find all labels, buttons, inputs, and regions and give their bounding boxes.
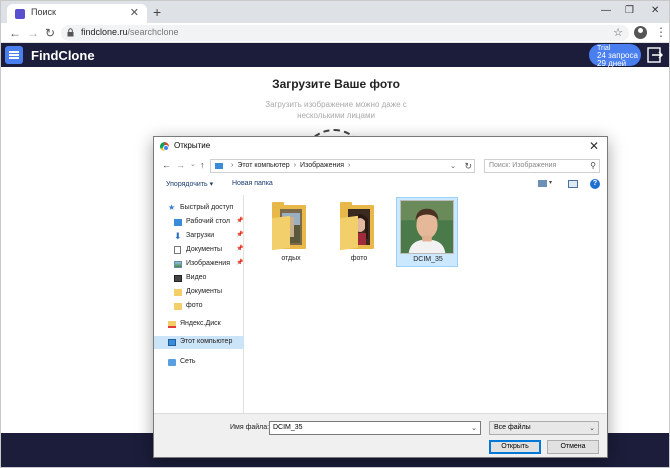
dialog-close-icon[interactable]: ✕ [589, 139, 599, 153]
pin-icon: 📌 [236, 218, 244, 224]
desktop-icon [174, 219, 182, 226]
restore-icon[interactable]: ❐ [625, 4, 634, 18]
address-dropdown-icon[interactable]: ⌄ [450, 161, 456, 172]
page-subtitle: Загрузить изображение можно даже с неско… [265, 100, 407, 120]
dialog-address-bar[interactable]: › Этот компьютер › Изображения › ⌄ ↻ [210, 159, 475, 173]
pictures-icon [174, 261, 182, 268]
trial-badge: Trial 24 запроса 29 дней [589, 44, 641, 68]
dialog-title: Открытие [174, 141, 211, 150]
nav-item-documents[interactable]: Документы 📌 [154, 244, 244, 257]
nav-item-videos[interactable]: Видео [154, 272, 244, 285]
filename-input[interactable]: DCIM_35 ⌄ [269, 421, 481, 435]
nav-item-quick-access[interactable]: ★ Быстрый доступ [154, 202, 244, 215]
filename-label: Имя файла: [230, 424, 270, 431]
network-icon [168, 359, 176, 366]
menu-kebab-icon[interactable]: ⋮ [655, 24, 667, 40]
nav-item-photo-folder[interactable]: фото [154, 300, 244, 313]
dialog-search-input[interactable]: Поиск: Изображения ⚲ [484, 159, 600, 173]
dialog-address-row: ← → ⌄ ↑ › Этот компьютер › Изображения › ⌄ ↻… [154, 157, 607, 175]
account-icon[interactable] [634, 26, 647, 39]
site-logo[interactable]: FindClone [31, 48, 95, 63]
file-list: отдых фото DCIM_35 [246, 195, 607, 413]
browser-toolbar: ← → ↻ findclone.ru/searchclone ☆ [1, 23, 669, 43]
logout-icon[interactable] [646, 46, 664, 64]
view-options-icon[interactable] [538, 180, 547, 187]
recent-dropdown-icon[interactable]: ⌄ [190, 159, 196, 171]
back-arrow-icon[interactable]: ← [162, 159, 171, 171]
cancel-button[interactable]: Отмена [547, 440, 599, 454]
new-folder-button[interactable]: Новая папка [232, 180, 273, 187]
open-file-dialog: Открытие ✕ ← → ⌄ ↑ › Этот компьютер › Изобр… [153, 136, 608, 458]
site-header: FindClone Trial 24 запроса 29 дней [1, 43, 669, 68]
nav-item-desktop[interactable]: Рабочий стол 📌 [154, 216, 244, 229]
address-bar[interactable]: findclone.ru/searchclone ☆ [61, 25, 629, 41]
dialog-command-bar: Упорядочить ▾ Новая папка ▾ ? [154, 177, 607, 192]
dialog-bottom-bar: Имя файла: DCIM_35 ⌄ Все файлы ⌄ Открыть… [154, 413, 607, 457]
filetype-select[interactable]: Все файлы ⌄ [489, 421, 599, 435]
breadcrumb: › Этот компьютер › Изображения › [231, 162, 351, 169]
view-dropdown-icon[interactable]: ▾ [549, 179, 552, 186]
nav-item-yandex-disk[interactable]: Яндекс.Диск [154, 318, 244, 331]
folder-icon [174, 289, 182, 296]
preview-pane-icon[interactable] [568, 180, 578, 188]
breadcrumb-item[interactable]: Изображения [300, 162, 344, 169]
nav-item-network[interactable]: Сеть [154, 356, 244, 369]
back-icon[interactable]: ← [9, 25, 21, 41]
file-item-folder-foto[interactable]: фото [328, 197, 390, 267]
hamburger-menu-icon[interactable] [5, 46, 23, 64]
chevron-down-icon[interactable]: ⌄ [471, 423, 477, 434]
url-text: findclone.ru/searchclone [81, 27, 179, 37]
forward-arrow-icon[interactable]: → [176, 159, 185, 171]
download-icon: ⬇ [174, 231, 182, 241]
photo-thumbnail [400, 200, 454, 254]
browser-window: Поиск ✕ + — ❐ ✕ ← → ↻ findclone.ru/searc… [0, 0, 670, 468]
close-tab-icon[interactable]: ✕ [130, 6, 139, 20]
bookmark-star-icon[interactable]: ☆ [613, 26, 623, 40]
favicon-icon [15, 9, 25, 19]
file-name: DCIM_35 [413, 256, 443, 263]
close-window-icon[interactable]: ✕ [651, 4, 659, 18]
file-item-folder-otdyh[interactable]: отдых [260, 197, 322, 267]
yandex-disk-icon [168, 321, 176, 328]
tab-strip: Поиск ✕ + — ❐ ✕ [1, 1, 669, 23]
pin-icon: 📌 [236, 246, 244, 252]
chrome-icon [160, 142, 169, 151]
folder-icon [174, 303, 182, 310]
file-item-dcim-35[interactable]: DCIM_35 [396, 197, 458, 267]
nav-item-pictures[interactable]: Изображения 📌 [154, 258, 244, 271]
new-tab-icon[interactable]: + [153, 3, 161, 21]
up-arrow-icon[interactable]: ↑ [200, 159, 205, 171]
dialog-titlebar: Открытие ✕ [154, 137, 607, 157]
refresh-icon[interactable]: ↻ [464, 160, 472, 172]
open-button[interactable]: Открыть [489, 440, 541, 454]
video-icon [174, 275, 182, 282]
star-icon: ★ [168, 203, 176, 212]
navigation-pane: ★ Быстрый доступ Рабочий стол 📌 ⬇ Загруз… [154, 195, 244, 413]
nav-item-documents-folder[interactable]: Документы [154, 286, 244, 299]
breadcrumb-item[interactable]: Этот компьютер [237, 162, 289, 169]
nav-item-this-pc[interactable]: Этот компьютер [154, 336, 244, 349]
tab-title: Поиск [31, 7, 56, 17]
document-icon [174, 246, 181, 254]
page-title: Загрузите Ваше фото [272, 77, 400, 91]
file-name: фото [350, 255, 368, 262]
computer-icon [215, 163, 223, 169]
search-icon: ⚲ [590, 161, 596, 170]
minimize-icon[interactable]: — [601, 4, 611, 18]
computer-icon [168, 339, 176, 346]
help-icon[interactable]: ? [590, 179, 600, 189]
file-name: отдых [281, 255, 301, 262]
tab-search[interactable]: Поиск ✕ [7, 4, 147, 23]
lock-icon [67, 28, 74, 37]
nav-item-downloads[interactable]: ⬇ Загрузки 📌 [154, 230, 244, 243]
reload-icon[interactable]: ↻ [45, 25, 55, 41]
chevron-down-icon: ⌄ [589, 425, 595, 432]
organize-button[interactable]: Упорядочить ▾ [166, 180, 213, 188]
pin-icon: 📌 [236, 260, 244, 266]
pin-icon: 📌 [236, 232, 244, 238]
forward-icon[interactable]: → [27, 25, 39, 41]
